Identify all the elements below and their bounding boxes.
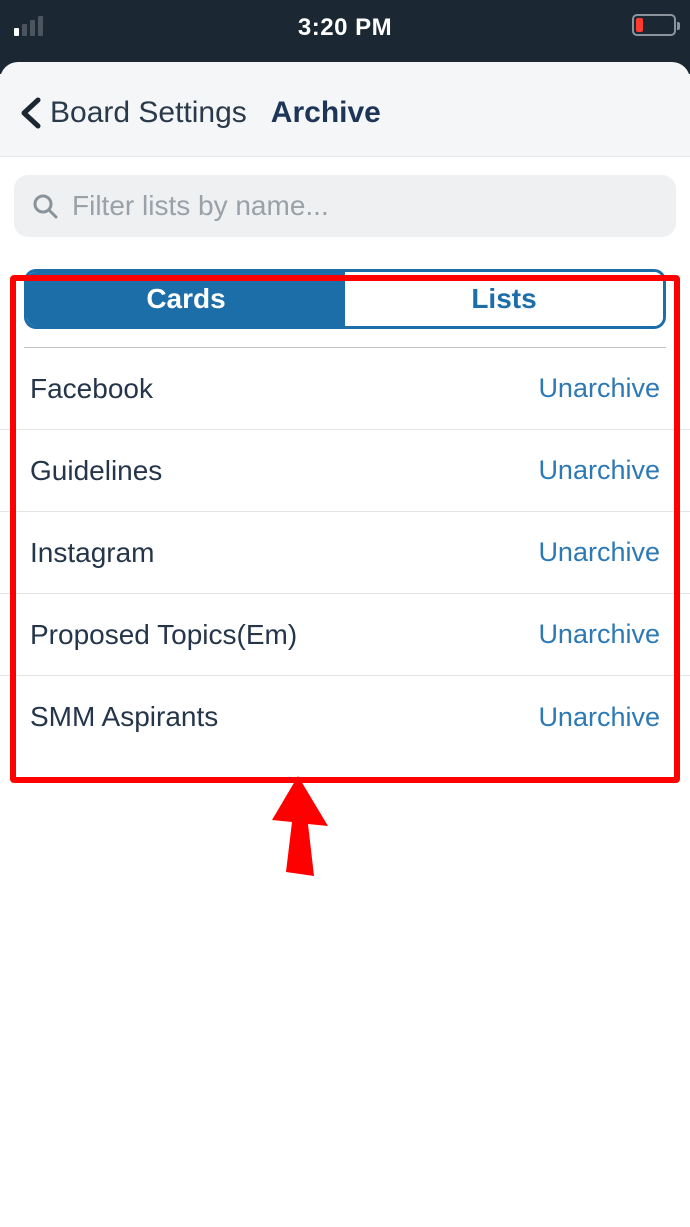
back-button-label[interactable]: Board Settings xyxy=(50,96,247,130)
list-item: SMM Aspirants Unarchive xyxy=(0,676,690,758)
sheet: Board Settings Archive Cards xyxy=(0,56,690,1227)
list-item-label: SMM Aspirants xyxy=(30,701,218,733)
search-input[interactable] xyxy=(72,190,660,222)
back-chevron-icon[interactable] xyxy=(18,96,44,130)
search-field[interactable] xyxy=(14,175,676,237)
segmented-control-container: Cards Lists xyxy=(0,253,690,348)
status-time: 3:20 PM xyxy=(298,14,392,42)
list-item-label: Facebook xyxy=(30,373,153,405)
list-item: Facebook Unarchive xyxy=(0,348,690,430)
cellular-signal-icon xyxy=(14,14,43,36)
segmented-control: Cards Lists xyxy=(24,269,666,329)
search-icon xyxy=(30,191,60,221)
list-item-label: Instagram xyxy=(30,537,155,569)
unarchive-button[interactable]: Unarchive xyxy=(538,619,660,650)
archived-list: Facebook Unarchive Guidelines Unarchive … xyxy=(0,348,690,758)
tab-cards[interactable]: Cards xyxy=(27,272,345,326)
unarchive-button[interactable]: Unarchive xyxy=(538,702,660,733)
tab-lists[interactable]: Lists xyxy=(345,272,663,326)
unarchive-button[interactable]: Unarchive xyxy=(538,537,660,568)
list-item: Instagram Unarchive xyxy=(0,512,690,594)
unarchive-button[interactable]: Unarchive xyxy=(538,455,660,486)
tab-cards-label: Cards xyxy=(146,283,225,315)
sheet-rounded-top xyxy=(0,56,690,74)
tab-lists-label: Lists xyxy=(471,283,536,315)
list-item: Proposed Topics(Em) Unarchive xyxy=(0,594,690,676)
search-container xyxy=(0,157,690,253)
list-item: Guidelines Unarchive xyxy=(0,430,690,512)
status-bar: 3:20 PM xyxy=(0,0,690,56)
list-item-label: Guidelines xyxy=(30,455,162,487)
device-frame: 3:20 PM Board Settings Archive xyxy=(0,0,690,1227)
unarchive-button[interactable]: Unarchive xyxy=(538,373,660,404)
list-item-label: Proposed Topics(Em) xyxy=(30,619,297,651)
page-title: Archive xyxy=(271,96,381,130)
battery-icon xyxy=(632,14,676,36)
